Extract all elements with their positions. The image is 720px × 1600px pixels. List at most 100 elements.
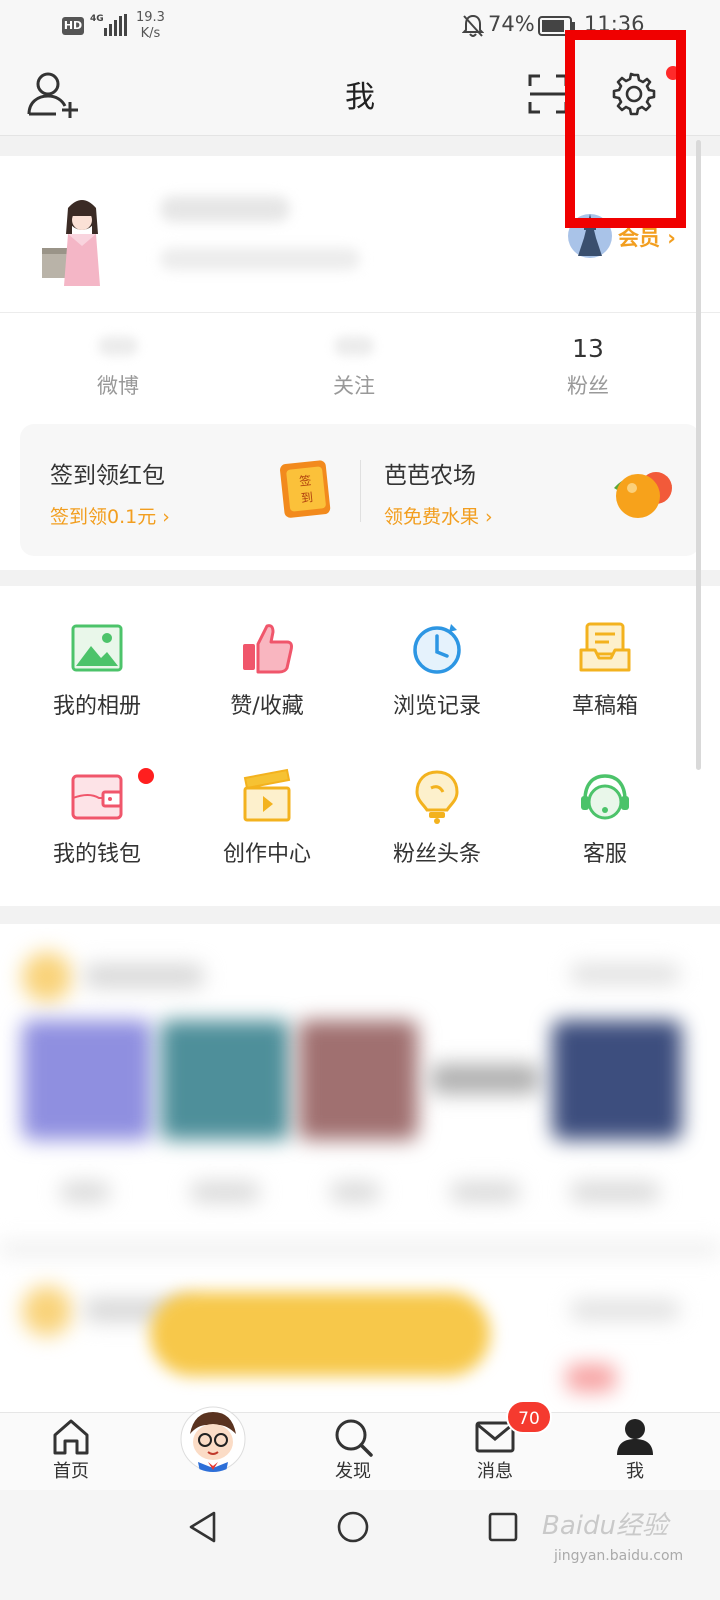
speed-unit: K/s [140, 26, 161, 41]
feed-thumb-3 [298, 1020, 418, 1140]
recents-square-icon[interactable] [486, 1510, 520, 1544]
floating-banner-blur[interactable] [150, 1292, 490, 1376]
tool-likes-favorites[interactable]: 赞/收藏 [182, 586, 352, 726]
tool-wallet[interactable]: 我的钱包 [12, 734, 182, 874]
feed-caption-2 [190, 1182, 260, 1202]
person-icon [617, 1419, 653, 1455]
headset-icon [581, 774, 629, 820]
tool-photo-album[interactable]: 我的相册 [12, 586, 182, 726]
promo-divider [360, 460, 361, 522]
tool-label: 客服 [582, 842, 627, 867]
scan-icon[interactable] [528, 74, 568, 114]
stat-fans-label[interactable]: 粉丝 [528, 370, 648, 400]
tool-fans-headline[interactable]: 粉丝头条 [352, 734, 522, 874]
add-friend-icon[interactable] [26, 70, 82, 118]
drafts-tray-icon [579, 622, 631, 672]
search-icon [335, 1419, 373, 1457]
feed-thumb-5 [552, 1020, 682, 1140]
checkin-envelope-icon[interactable]: 签 到 [278, 456, 334, 520]
stat-fans-count[interactable]: 13 [528, 334, 648, 363]
scrollbar[interactable] [696, 140, 701, 770]
feed-thumb-4 [430, 1064, 540, 1094]
tool-label: 我的钱包 [52, 842, 141, 867]
mute-bell-icon [462, 14, 484, 37]
network-type: 4G [90, 14, 104, 24]
clapperboard-icon [243, 768, 291, 822]
home-icon [53, 1419, 89, 1455]
redacted-bio [160, 248, 360, 270]
vip-label: 会员 [618, 226, 660, 250]
bottom-tab-bar: 首页 发现 消息 我 [0, 1412, 720, 1490]
message-count-badge: 70 [506, 1400, 552, 1434]
feed-caption-4 [450, 1182, 520, 1202]
network-speed: 19.3 K/s [136, 10, 165, 42]
promo-section: 签到领红包 签到领0.1元 › 签 到 芭芭农场 领免费水果 › [0, 414, 720, 570]
signal-icon [104, 14, 127, 36]
feed-caption-5 [570, 1182, 660, 1202]
checkin-badge-char-2: 到 [300, 490, 313, 505]
tab-label: 消息 [477, 1461, 513, 1482]
tool-customer-service[interactable]: 客服 [520, 734, 690, 874]
battery-percent: 74% [488, 12, 535, 36]
photo-album-icon [71, 624, 123, 672]
feed-title-blur [84, 964, 204, 988]
baidu-watermark-logo: Baidu经验 [542, 1511, 671, 1541]
tool-label: 我的相册 [52, 694, 141, 719]
page-title: 我 [345, 80, 375, 115]
tab-avatar-icon[interactable] [180, 1406, 246, 1472]
feed-thumb-2 [160, 1020, 290, 1140]
profile-divider [0, 312, 720, 313]
tool-label: 粉丝头条 [392, 842, 481, 867]
speed-value: 19.3 [136, 10, 165, 25]
feed-avatar-blur-2 [22, 1286, 72, 1336]
tools-grid: 我的相册 赞/收藏 浏览记录 草稿箱 我的钱包 创作中心 粉丝头条 客服 [0, 586, 720, 906]
history-clock-icon [413, 624, 461, 674]
watermark-text: Baidu经验 [542, 1511, 671, 1541]
tool-label: 草稿箱 [571, 694, 638, 719]
tab-label: 首页 [53, 1461, 89, 1482]
tool-label: 赞/收藏 [230, 694, 304, 719]
promo-card: 签到领红包 签到领0.1元 › 签 到 芭芭农场 领免费水果 › [20, 424, 700, 556]
wallet-icon [71, 774, 123, 820]
farm-subtitle-text: 领免费水果 [384, 506, 480, 528]
feed-caption-1 [60, 1182, 110, 1202]
redacted-username [160, 196, 290, 222]
feed-separator [0, 1242, 720, 1256]
checkin-badge-char-1: 签 [298, 472, 312, 488]
back-triangle-icon[interactable] [186, 1510, 220, 1544]
checkin-title[interactable]: 签到领红包 [50, 456, 165, 490]
redacted-weibo-count [98, 336, 138, 356]
fruit-icon[interactable] [608, 458, 678, 524]
tool-creator-center[interactable]: 创作中心 [182, 734, 352, 874]
feed-thumb-1 [22, 1020, 152, 1140]
feed-more-blur [570, 964, 680, 984]
tool-label: 浏览记录 [392, 694, 481, 719]
stat-following-label[interactable]: 关注 [294, 370, 414, 400]
thumbs-up-icon [243, 624, 293, 674]
checkin-subtitle-text: 签到领0.1元 [50, 506, 157, 528]
hd-indicator: HD [62, 17, 84, 35]
profile-avatar[interactable] [38, 186, 108, 290]
farm-subtitle[interactable]: 领免费水果 › [384, 502, 493, 529]
checkin-subtitle[interactable]: 签到领0.1元 › [50, 502, 170, 529]
tab-label: 我 [626, 1461, 644, 1482]
feed-caption-3 [330, 1182, 380, 1202]
watermark-url: jingyan.baidu.com [554, 1548, 684, 1564]
farm-title[interactable]: 芭芭农场 [384, 456, 476, 490]
tool-drafts[interactable]: 草稿箱 [520, 586, 690, 726]
stat-weibo-label[interactable]: 微博 [58, 370, 178, 400]
tab-label: 发现 [335, 1461, 371, 1482]
tool-history[interactable]: 浏览记录 [352, 586, 522, 726]
lightbulb-icon [415, 770, 459, 824]
tab-home[interactable]: 首页 [16, 1413, 126, 1491]
wallet-notification-dot [138, 768, 154, 784]
redacted-following-count [334, 336, 374, 356]
feed-avatar-blur [22, 952, 72, 1002]
highlight-annotation-box [565, 30, 686, 228]
tab-discover[interactable]: 发现 [298, 1413, 408, 1491]
home-circle-icon[interactable] [336, 1510, 370, 1544]
tool-label: 创作中心 [222, 842, 311, 867]
feed-badge-blur [566, 1364, 616, 1392]
tab-me[interactable]: 我 [580, 1413, 690, 1491]
feed-more-blur-2 [570, 1300, 680, 1320]
